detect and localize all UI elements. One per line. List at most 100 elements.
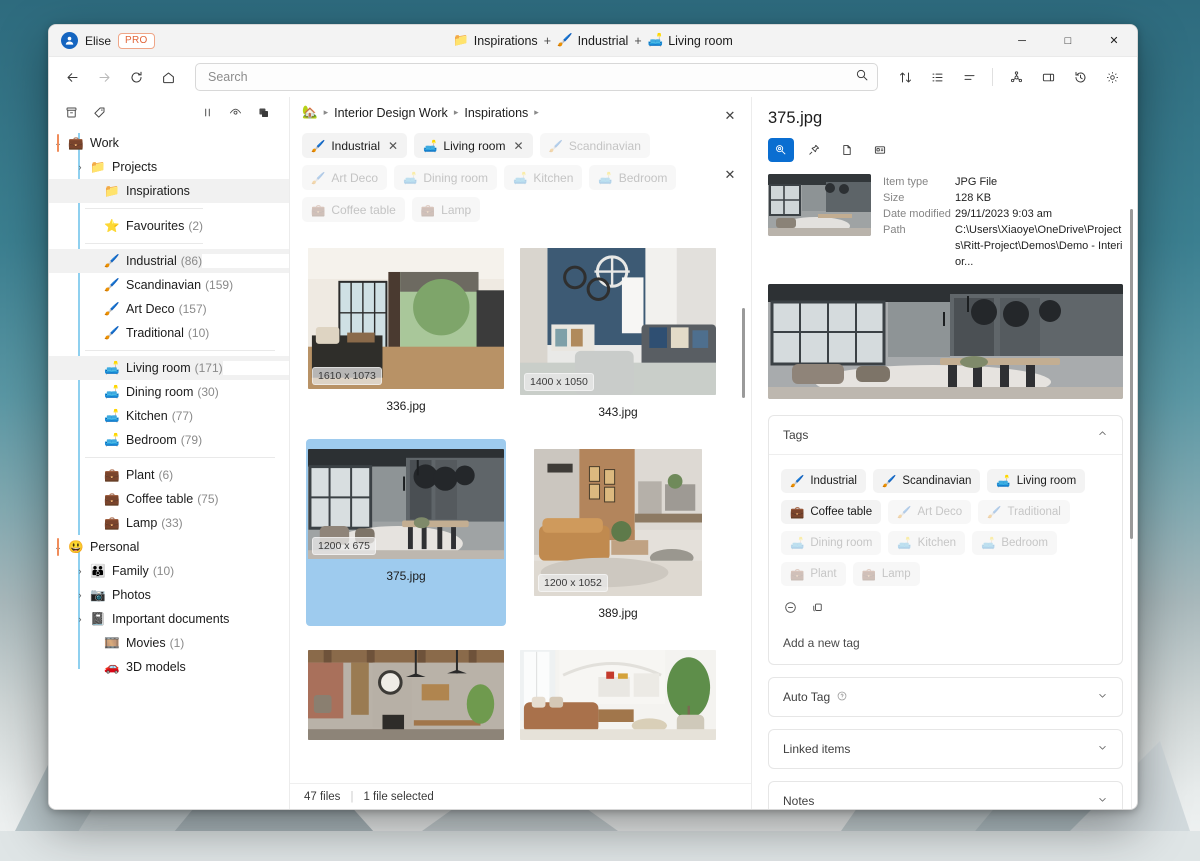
chevron-right-icon[interactable]: › bbox=[71, 162, 89, 172]
sidebar-item-living-room[interactable]: 🛋️Living room(171) bbox=[49, 356, 289, 380]
sidebar-item-favourites[interactable]: ⭐Favourites(2)@ bbox=[49, 214, 289, 238]
chevron-down-icon[interactable] bbox=[1097, 742, 1108, 756]
columns-icon[interactable] bbox=[195, 100, 219, 124]
sidebar-item-projects[interactable]: ›📁Projects bbox=[49, 155, 289, 179]
section-header[interactable]: Auto Tag bbox=[769, 678, 1122, 716]
thumbnail-image[interactable] bbox=[520, 650, 716, 740]
breadcrumb-item-inspirations[interactable]: Inspirations bbox=[464, 106, 528, 120]
tag-plant[interactable]: 💼Plant bbox=[781, 562, 846, 586]
eye-icon[interactable] bbox=[223, 100, 247, 124]
sidebar-item-inspirations[interactable]: 📁Inspirations bbox=[49, 179, 289, 203]
sidebar-item-traditional[interactable]: 🖌️Traditional(10) bbox=[49, 321, 289, 345]
thumbnail-image[interactable]: 1400 x 1050 bbox=[520, 248, 716, 395]
thumbnail-cell[interactable]: 1400 x 1050343.jpg bbox=[518, 238, 718, 425]
sidebar-item-dining-room[interactable]: 🛋️Dining room(30) bbox=[49, 380, 289, 404]
breadcrumb-home[interactable]: 🏡 bbox=[302, 105, 318, 120]
sidebar-item-bedroom[interactable]: 🛋️Bedroom(79) bbox=[49, 428, 289, 452]
search-bar[interactable] bbox=[195, 63, 878, 91]
close-button[interactable]: ✕ bbox=[1091, 25, 1137, 57]
search-input[interactable] bbox=[208, 70, 855, 84]
panel-icon[interactable] bbox=[1033, 62, 1063, 92]
sidebar-item-coffee-table[interactable]: 💼Coffee table(75) bbox=[49, 487, 289, 511]
sidebar-item-photos[interactable]: ›📷Photos bbox=[49, 583, 289, 607]
tag-coffee-table[interactable]: 💼Coffee table bbox=[781, 500, 881, 524]
filter-chip-industrial[interactable]: 🖌️Industrial✕ bbox=[302, 133, 407, 158]
library-icon[interactable] bbox=[59, 100, 83, 124]
chevron-right-icon[interactable]: › bbox=[71, 566, 89, 576]
sidebar-item-work[interactable]: ⌄💼Work bbox=[49, 131, 289, 155]
file-preview-image[interactable] bbox=[768, 284, 1123, 399]
sidebar-item-personal[interactable]: ⌄😃Personal bbox=[49, 535, 289, 559]
thumbnail-cell[interactable]: 1200 x 1052389.jpg bbox=[518, 439, 718, 626]
filter-chip-bedroom[interactable]: 🛋️Bedroom bbox=[589, 165, 676, 190]
tag-bedroom[interactable]: 🛋️Bedroom bbox=[972, 531, 1057, 555]
user-account[interactable]: Elise PRO bbox=[49, 32, 155, 49]
sidebar-item-3d-models[interactable]: 🚗3D models bbox=[49, 655, 289, 679]
tag-lamp[interactable]: 💼Lamp bbox=[853, 562, 920, 586]
thumbnail-cell[interactable] bbox=[518, 640, 718, 746]
tag-scandinavian[interactable]: 🖌️Scandinavian bbox=[873, 469, 980, 493]
thumbnail-grid-scroll[interactable]: 1610 x 1073336.jpg 1400 x 1050343.jpg bbox=[290, 228, 751, 783]
thumbnail-cell[interactable]: 1200 x 675375.jpg bbox=[306, 439, 506, 626]
back-button[interactable] bbox=[57, 62, 87, 92]
close-filters-button[interactable]: ✕ bbox=[719, 164, 741, 186]
filter-chip-lamp[interactable]: 💼Lamp bbox=[412, 197, 480, 222]
history-icon[interactable] bbox=[1065, 62, 1095, 92]
remove-tag-icon[interactable] bbox=[783, 600, 798, 620]
tags-card-header[interactable]: Tags bbox=[769, 416, 1122, 454]
tag-living-room[interactable]: 🛋️Living room bbox=[987, 469, 1085, 493]
filter-chip-dining-room[interactable]: 🛋️Dining room bbox=[394, 165, 497, 190]
section-notes[interactable]: Notes bbox=[768, 781, 1123, 809]
thumbnail-image[interactable]: 1200 x 1052 bbox=[534, 449, 702, 596]
title-tab-inspirations[interactable]: 📁 Inspirations bbox=[453, 33, 538, 48]
sort-icon[interactable] bbox=[890, 62, 920, 92]
breadcrumb-arrow[interactable]: ▸ bbox=[534, 107, 539, 118]
sidebar-item-lamp[interactable]: 💼Lamp(33) bbox=[49, 511, 289, 535]
document-icon[interactable] bbox=[834, 138, 860, 162]
filter-chip-art-deco[interactable]: 🖌️Art Deco bbox=[302, 165, 387, 190]
settings-icon[interactable] bbox=[1097, 62, 1127, 92]
filter-chip-living-room[interactable]: 🛋️Living room✕ bbox=[414, 133, 532, 158]
tag-dining-room[interactable]: 🛋️Dining room bbox=[781, 531, 881, 555]
thumbnail-image[interactable]: 1610 x 1073 bbox=[308, 248, 504, 389]
chevron-right-icon[interactable]: › bbox=[71, 614, 89, 624]
section-linked-items[interactable]: Linked items bbox=[768, 729, 1123, 769]
card-icon[interactable] bbox=[867, 138, 893, 162]
tag-industrial[interactable]: 🖌️Industrial bbox=[781, 469, 866, 493]
chevron-up-icon[interactable] bbox=[1097, 428, 1108, 442]
thumbnail-cell[interactable] bbox=[306, 640, 506, 746]
tag-traditional[interactable]: 🖌️Traditional bbox=[978, 500, 1070, 524]
thumbnail-image[interactable]: 1200 x 675 bbox=[308, 449, 504, 559]
breadcrumb-arrow[interactable]: ▸ bbox=[324, 107, 329, 118]
inspect-icon[interactable] bbox=[768, 138, 794, 162]
section-header[interactable]: Notes bbox=[769, 782, 1122, 809]
thumbnail-cell[interactable]: 1610 x 1073336.jpg bbox=[306, 238, 506, 425]
align-icon[interactable] bbox=[954, 62, 984, 92]
layers-icon[interactable] bbox=[251, 100, 275, 124]
pin-icon[interactable] bbox=[801, 138, 827, 162]
filter-chip-coffee-table[interactable]: 💼Coffee table bbox=[302, 197, 405, 222]
sidebar-item-important-documents[interactable]: ›📓Important documents bbox=[49, 607, 289, 631]
chip-remove-icon[interactable]: ✕ bbox=[513, 139, 523, 153]
sidebar-item-industrial[interactable]: 🖌️Industrial(86) bbox=[49, 249, 289, 273]
grid-scrollbar[interactable] bbox=[742, 308, 745, 398]
search-icon[interactable] bbox=[855, 68, 869, 87]
chevron-down-icon[interactable] bbox=[1097, 794, 1108, 808]
tag-icon[interactable] bbox=[87, 100, 111, 124]
add-tag-input[interactable]: Add a new tag bbox=[781, 620, 1110, 652]
thumbnail-image[interactable] bbox=[308, 650, 504, 740]
graph-icon[interactable] bbox=[1001, 62, 1031, 92]
title-tab-industrial[interactable]: 🖌️ Industrial bbox=[557, 33, 628, 48]
refresh-button[interactable] bbox=[121, 62, 151, 92]
tag-art-deco[interactable]: 🖌️Art Deco bbox=[888, 500, 971, 524]
list-view-icon[interactable] bbox=[922, 62, 952, 92]
tag-kitchen[interactable]: 🛋️Kitchen bbox=[888, 531, 965, 555]
chevron-right-icon[interactable]: › bbox=[71, 590, 89, 600]
chevron-down-icon[interactable] bbox=[1097, 690, 1108, 704]
filter-chip-kitchen[interactable]: 🛋️Kitchen bbox=[504, 165, 582, 190]
minimize-button[interactable]: ─ bbox=[999, 25, 1045, 57]
sidebar-item-family[interactable]: ›👪Family(10) bbox=[49, 559, 289, 583]
sidebar-item-plant[interactable]: 💼Plant(6) bbox=[49, 463, 289, 487]
maximize-button[interactable]: □ bbox=[1045, 25, 1091, 57]
help-icon[interactable] bbox=[836, 690, 848, 705]
